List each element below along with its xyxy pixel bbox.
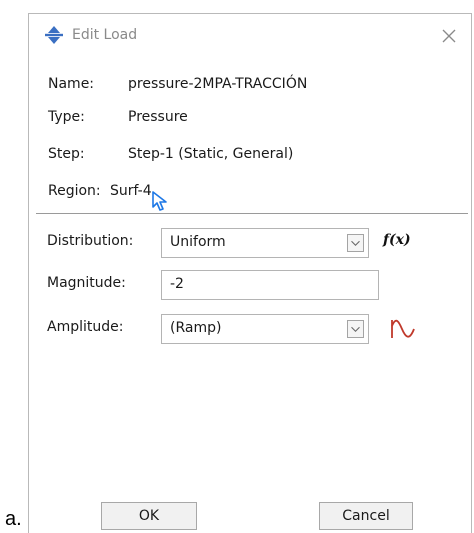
select-cursor-icon[interactable] — [150, 190, 168, 212]
step-value: Step-1 (Static, General) — [128, 146, 294, 162]
magnitude-value: -2 — [170, 276, 184, 292]
region-label: Region: — [48, 183, 101, 199]
fx-icon[interactable]: f(x) — [383, 232, 411, 248]
amplitude-curve-icon[interactable] — [389, 318, 417, 340]
region-value: Surf-4 — [110, 183, 152, 199]
edit-load-dialog: Edit Load Name: pressure-2MPA-TRACCIÓN T… — [28, 13, 472, 533]
move-arrows-icon — [45, 26, 63, 44]
distribution-value: Uniform — [170, 234, 226, 250]
amplitude-select[interactable]: (Ramp) — [161, 314, 369, 344]
amplitude-label: Amplitude: — [47, 319, 124, 335]
type-value: Pressure — [128, 109, 188, 125]
distribution-select[interactable]: Uniform — [161, 228, 369, 258]
cancel-button[interactable]: Cancel — [319, 502, 413, 530]
step-label: Step: — [48, 146, 85, 162]
separator — [36, 213, 468, 214]
chevron-down-icon[interactable] — [347, 320, 364, 338]
type-label: Type: — [48, 109, 85, 125]
title-bar[interactable]: Edit Load — [29, 14, 471, 58]
name-label: Name: — [48, 76, 95, 92]
distribution-label: Distribution: — [47, 233, 134, 249]
chevron-down-icon[interactable] — [347, 234, 364, 252]
ok-button[interactable]: OK — [101, 502, 197, 530]
name-value: pressure-2MPA-TRACCIÓN — [128, 76, 308, 92]
figure-label: a. — [5, 508, 22, 530]
magnitude-input[interactable]: -2 — [161, 270, 379, 300]
close-icon[interactable] — [436, 23, 462, 49]
magnitude-label: Magnitude: — [47, 275, 126, 291]
amplitude-value: (Ramp) — [170, 320, 222, 336]
dialog-title: Edit Load — [72, 27, 138, 43]
